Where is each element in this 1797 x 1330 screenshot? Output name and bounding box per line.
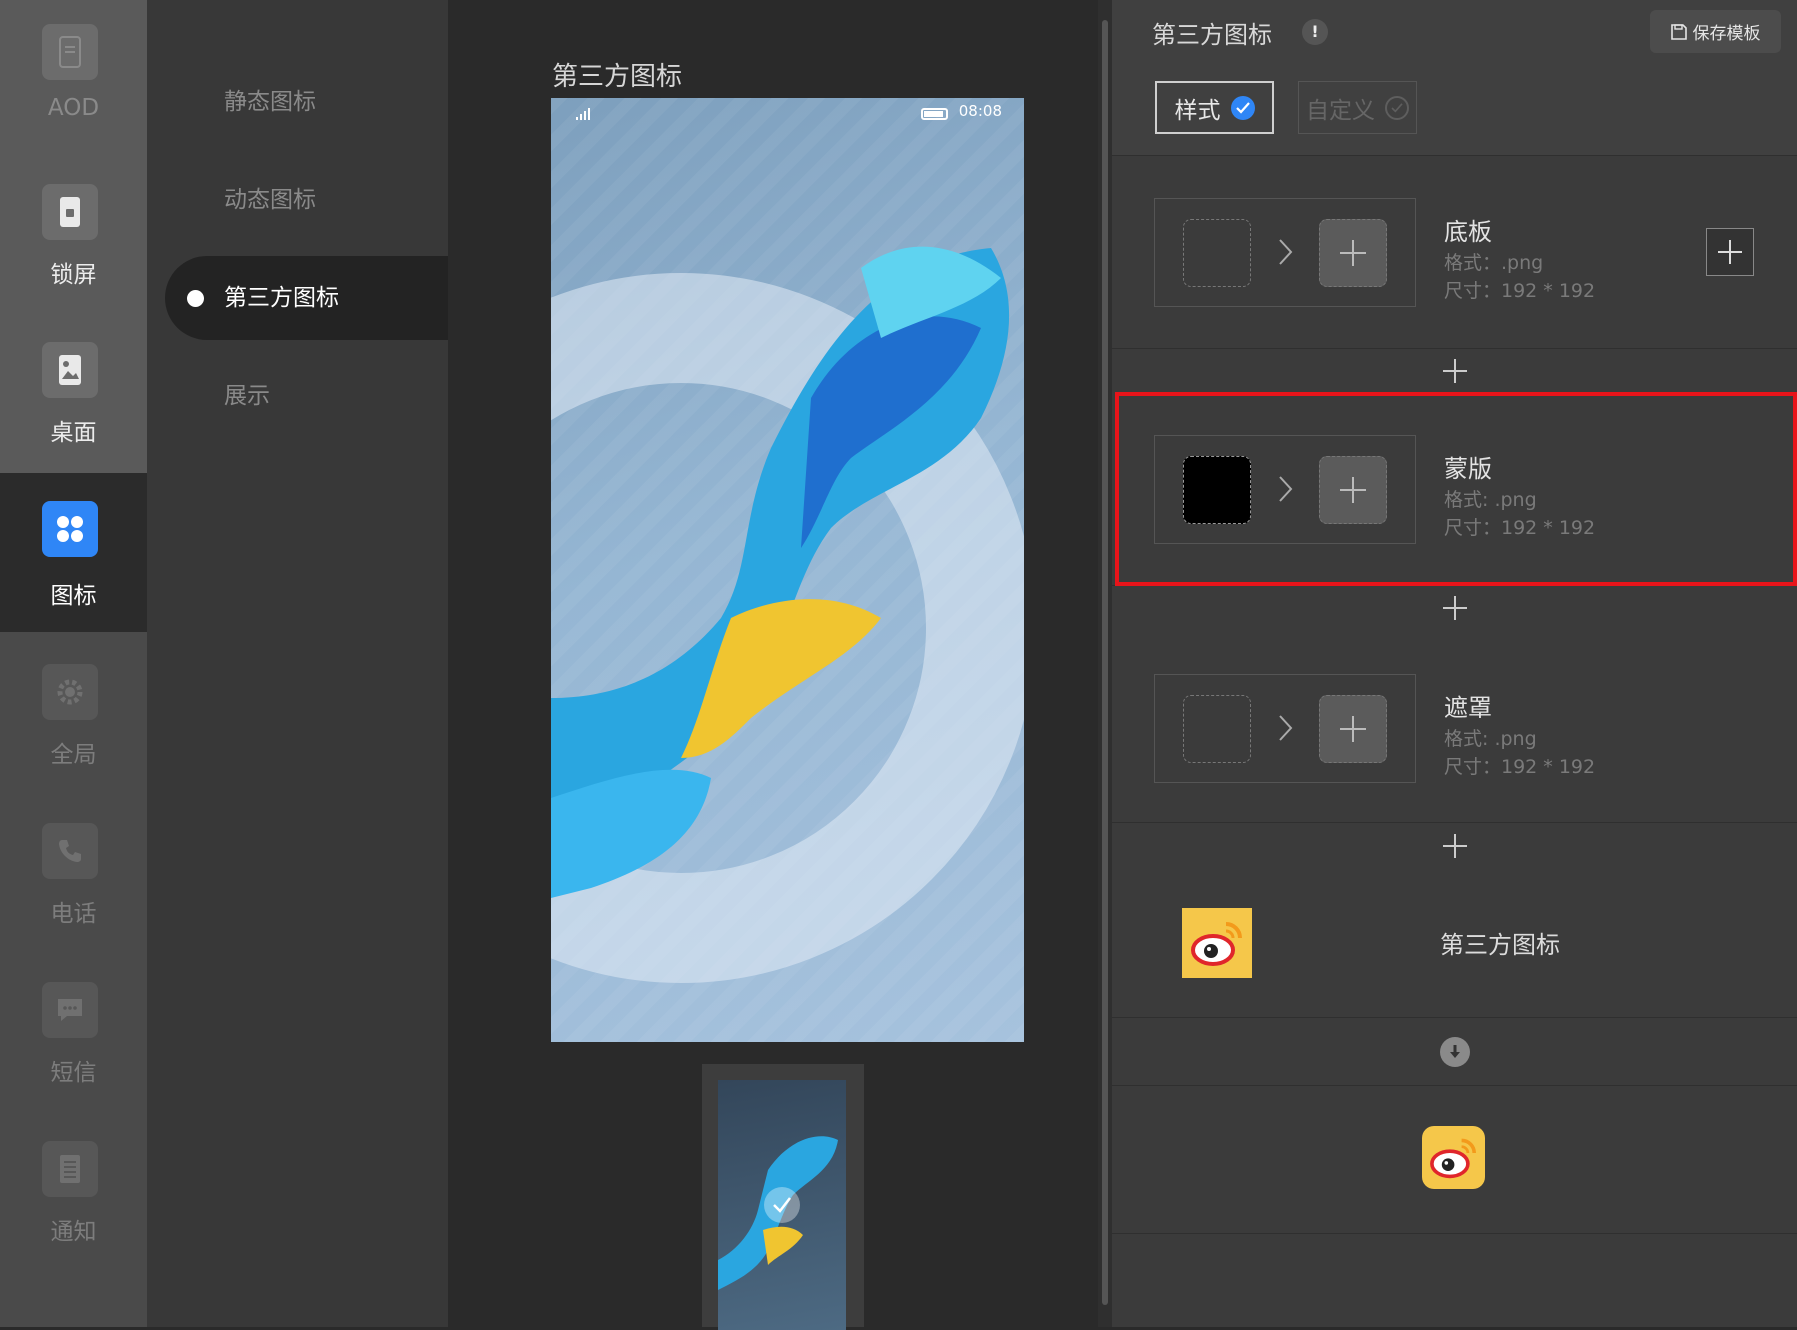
save-template-label: 保存模板 — [1692, 24, 1761, 44]
plus-icon — [1442, 596, 1467, 620]
upload-slot[interactable] — [1319, 219, 1387, 287]
sub-item-third-party-icons[interactable]: 第三方图标 — [165, 256, 448, 340]
sub-item-dynamic-icons[interactable]: 动态图标 — [147, 158, 448, 242]
message-icon — [42, 982, 98, 1038]
selected-check-icon — [764, 1187, 800, 1223]
weibo-result-icon — [1422, 1126, 1485, 1189]
wallpaper-art — [551, 246, 1024, 983]
preview-thumbnail[interactable] — [702, 1064, 864, 1330]
info-icon[interactable]: ! — [1302, 19, 1328, 45]
desktop-icon — [42, 342, 98, 398]
rail-item-desktop[interactable]: 桌面 — [0, 318, 147, 477]
left-rail: AOD 锁屏 桌面 图标 全局 电话 短信 通知 — [0, 0, 147, 1327]
icons-grid-icon — [42, 501, 98, 557]
chevron-right-icon — [1279, 715, 1293, 741]
arrow-down-icon[interactable] — [1439, 1036, 1470, 1067]
mode-label: 样式 — [1174, 97, 1221, 124]
layer-mask-plate: 蒙版 格式: .png 尺寸：192 * 192 — [1112, 393, 1797, 586]
plus-icon — [1340, 716, 1366, 742]
rail-label: 桌面 — [50, 420, 97, 446]
preview-scrollbar[interactable] — [1098, 0, 1112, 1327]
plus-icon — [1718, 240, 1742, 264]
sub-item-static-icons[interactable]: 静态图标 — [147, 60, 448, 144]
layer-size: 尺寸：192 * 192 — [1444, 756, 1596, 778]
active-dot — [187, 290, 204, 307]
plus-icon — [1442, 834, 1467, 858]
layer-format: 格式: .png — [1444, 728, 1537, 750]
panel-header: 第三方图标 ! 保存模板 — [1112, 0, 1797, 64]
save-icon — [1670, 23, 1687, 40]
insert-layer-button[interactable] — [1112, 586, 1797, 630]
layer-name: 底板 — [1444, 218, 1492, 246]
rail-item-notification[interactable]: 通知 — [0, 1117, 147, 1276]
lock-screen-icon — [42, 184, 98, 240]
layer-size: 尺寸：192 * 192 — [1444, 280, 1596, 302]
sub-menu: 静态图标 动态图标 第三方图标 展示 — [147, 0, 448, 1327]
layer-name: 遮罩 — [1444, 694, 1492, 722]
layer-format: 格式：.png — [1444, 252, 1544, 274]
aod-icon — [42, 24, 98, 80]
rail-item-lock-screen[interactable]: 锁屏 — [0, 160, 147, 319]
chevron-right-icon — [1279, 239, 1293, 265]
layer-slots — [1154, 198, 1416, 307]
rail-item-icons[interactable]: 图标 — [0, 473, 147, 632]
rail-label: 短信 — [50, 1060, 97, 1086]
layer-base-plate: 底板 格式：.png 尺寸：192 * 192 — [1112, 156, 1797, 349]
insert-layer-button[interactable] — [1112, 349, 1797, 393]
phone-preview: 08:08 — [551, 98, 1024, 1042]
sub-item-showcase[interactable]: 展示 — [147, 354, 448, 438]
panel-title: 第三方图标 — [1152, 21, 1272, 49]
rail-label: 图标 — [50, 583, 97, 609]
source-slot[interactable] — [1183, 219, 1251, 287]
status-time: 08:08 — [958, 102, 1002, 120]
layer-size: 尺寸：192 * 192 — [1444, 517, 1596, 539]
rail-item-message[interactable]: 短信 — [0, 958, 147, 1117]
add-layer-button[interactable] — [1706, 228, 1754, 276]
mode-custom-button[interactable]: 自定义 — [1298, 81, 1417, 134]
save-template-button[interactable]: 保存模板 — [1650, 10, 1781, 53]
plus-icon — [1442, 359, 1467, 383]
phone-icon — [42, 823, 98, 879]
layer-slots — [1154, 435, 1416, 544]
mode-label: 自定义 — [1306, 97, 1375, 124]
check-circle-icon — [1230, 95, 1255, 120]
upload-slot[interactable] — [1319, 695, 1387, 763]
third-party-icon-row: 第三方图标 — [1112, 869, 1797, 1018]
notification-icon — [42, 1141, 98, 1197]
rail-label: 通知 — [50, 1219, 97, 1245]
chevron-right-icon — [1279, 476, 1293, 502]
rail-label: 锁屏 — [50, 262, 97, 288]
generate-row — [1112, 1018, 1797, 1086]
rail-label: AOD — [47, 95, 100, 121]
check-circle-icon — [1385, 95, 1409, 120]
preview-title: 第三方图标 — [552, 62, 683, 92]
upload-slot[interactable] — [1319, 456, 1387, 524]
battery-icon — [921, 108, 948, 120]
sub-item-label: 第三方图标 — [224, 285, 339, 311]
mode-style-button[interactable]: 样式 — [1155, 81, 1274, 134]
third-party-label: 第三方图标 — [1440, 931, 1560, 959]
layer-overlay: 遮罩 格式: .png 尺寸：192 * 192 — [1112, 630, 1797, 823]
rail-label: 电话 — [50, 901, 97, 927]
insert-layer-button[interactable] — [1112, 824, 1797, 868]
rail-label: 全局 — [50, 742, 97, 768]
layer-name: 蒙版 — [1444, 455, 1492, 483]
plus-icon — [1340, 240, 1366, 266]
result-row — [1112, 1086, 1797, 1234]
signal-icon — [575, 106, 593, 125]
settings-panel: 第三方图标 ! 保存模板 样式 自定义 底板 格式：.png 尺寸：192 * … — [1112, 0, 1797, 1327]
rail-item-global[interactable]: 全局 — [0, 640, 147, 799]
preview-area: 第三方图标 08:08 — [448, 0, 1098, 1330]
layer-slots — [1154, 674, 1416, 783]
source-slot[interactable] — [1183, 456, 1251, 524]
source-slot[interactable] — [1183, 695, 1251, 763]
plus-icon — [1340, 477, 1366, 503]
gear-icon — [42, 664, 98, 720]
mode-selector: 样式 自定义 — [1112, 64, 1797, 156]
rail-item-phone[interactable]: 电话 — [0, 799, 147, 958]
scrollbar-thumb[interactable] — [1102, 20, 1108, 1305]
layer-format: 格式: .png — [1444, 489, 1537, 511]
rail-item-aod[interactable]: AOD — [0, 0, 147, 159]
weibo-app-icon[interactable] — [1182, 908, 1252, 978]
